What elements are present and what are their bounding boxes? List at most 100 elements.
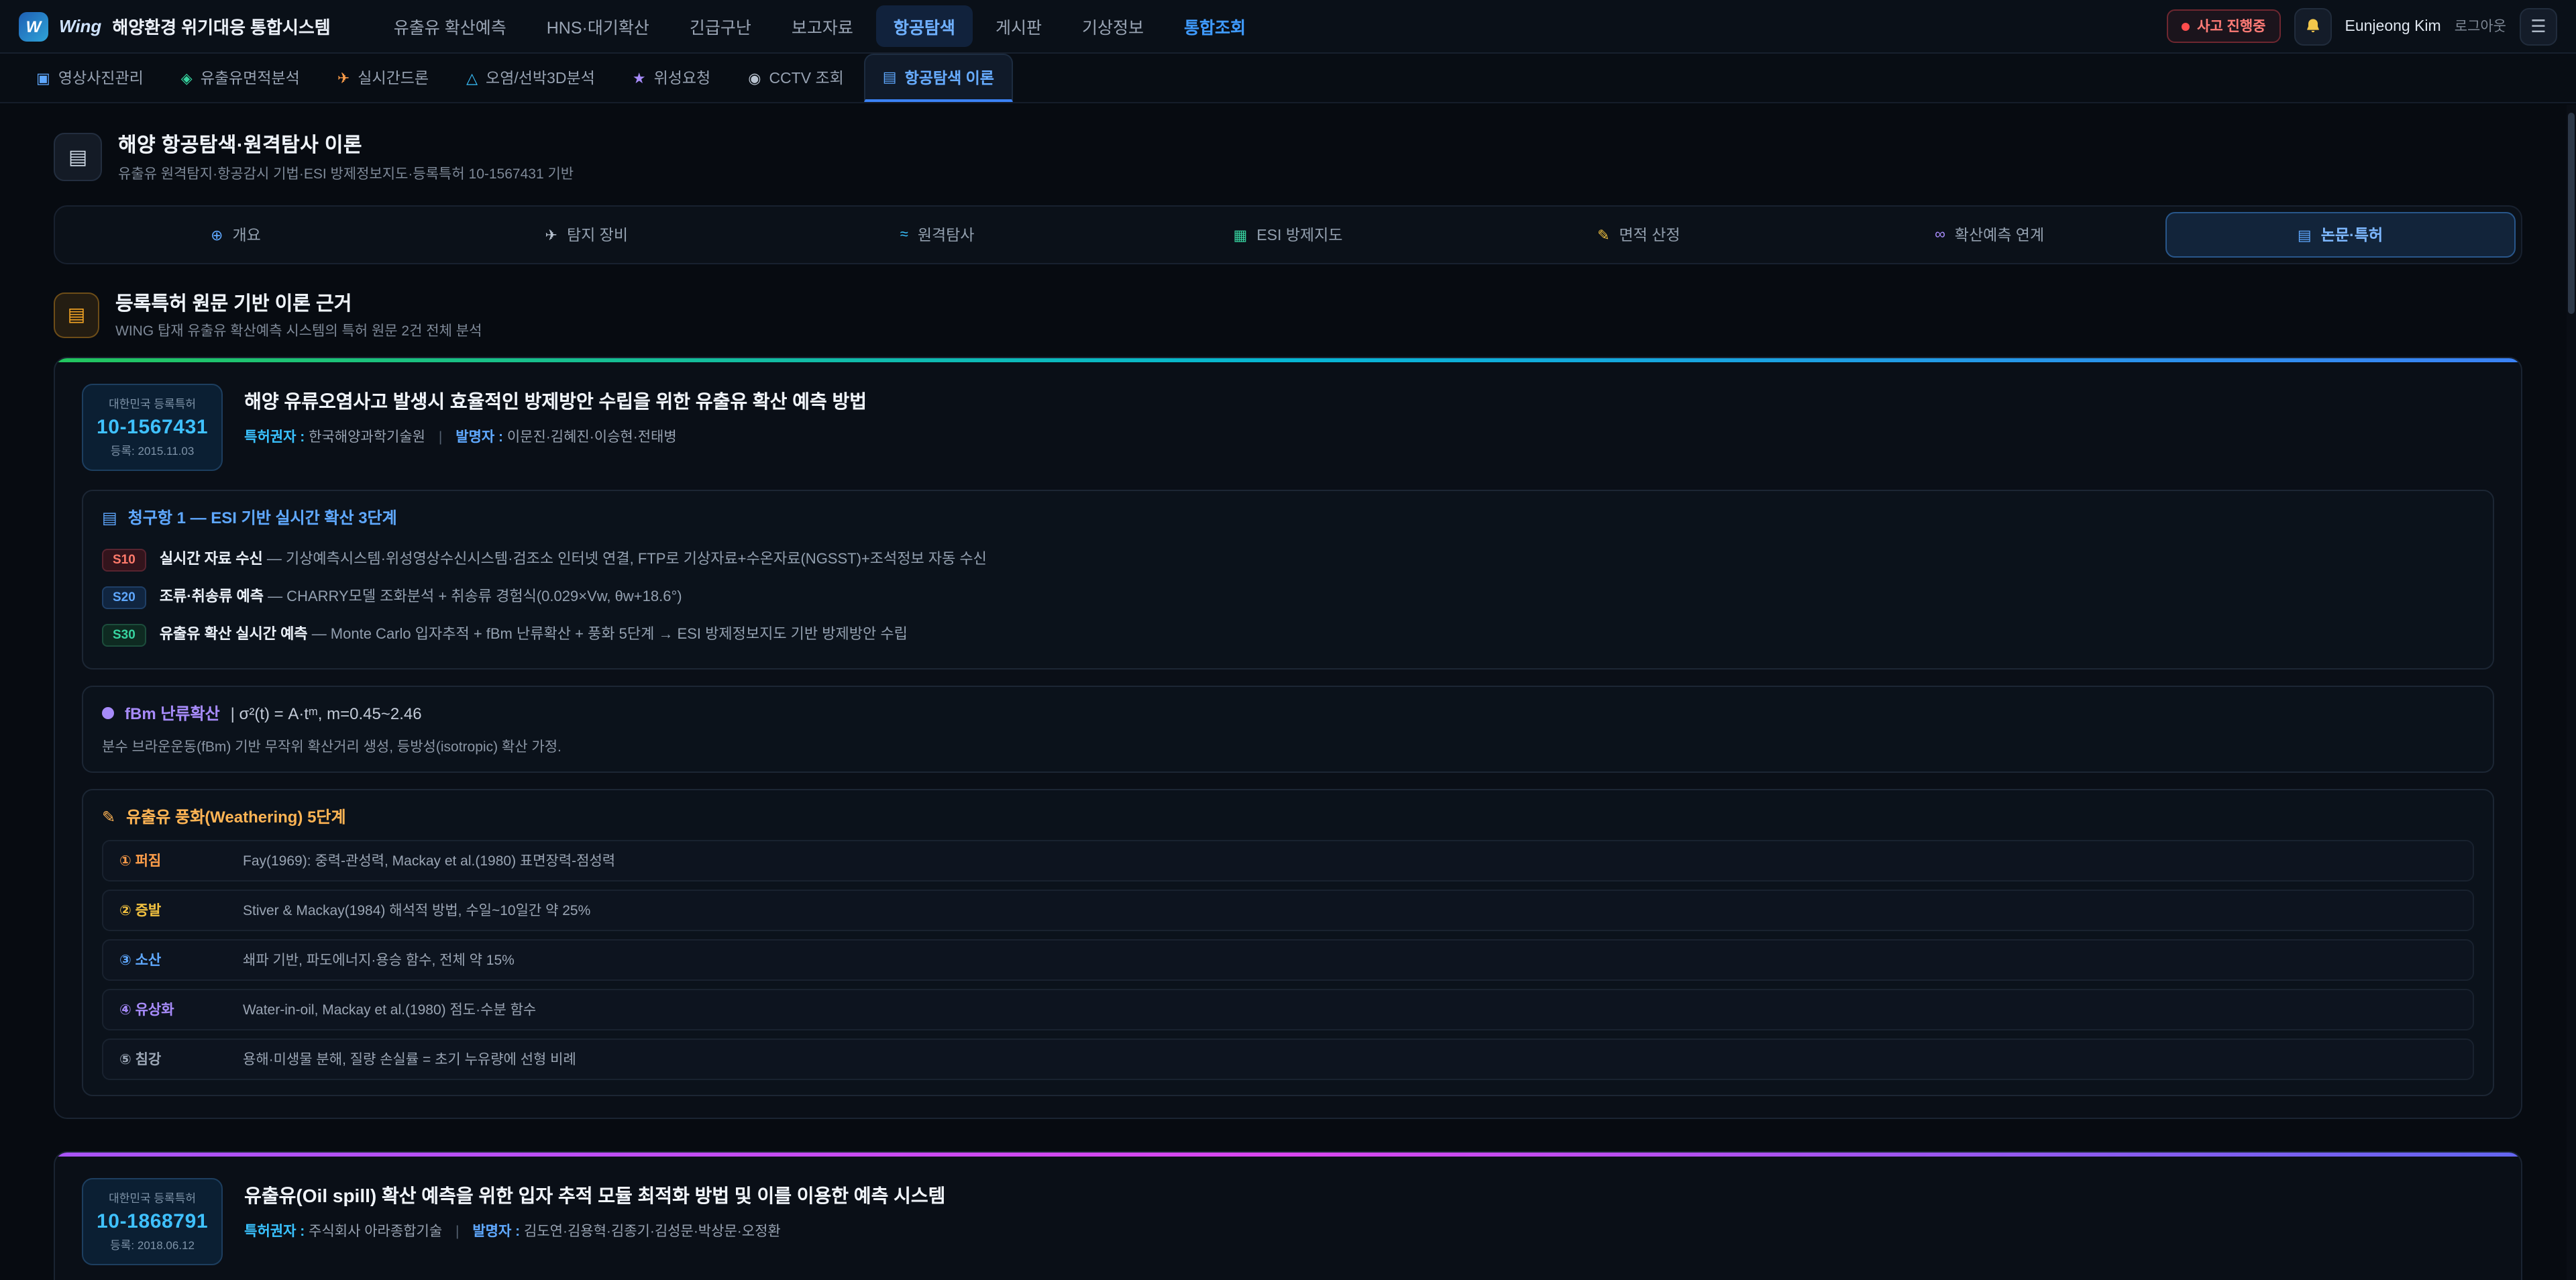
weathering-title: 유출유 풍화(Weathering) 5단계 bbox=[126, 805, 346, 828]
photo-icon: ▣ bbox=[36, 69, 50, 87]
weathering-label: ④ 유상화 bbox=[119, 1000, 243, 1020]
tab-esi-map[interactable]: ▦ ESI 방제지도 bbox=[1113, 212, 1464, 258]
scrollbar-track[interactable] bbox=[2567, 105, 2576, 1280]
menu-button[interactable]: ☰ bbox=[2520, 7, 2557, 45]
claim-step-s20: S20 조류·취송류 예측 — CHARRY모델 조화분석 + 취송류 경험식(… bbox=[102, 578, 2474, 616]
app-window: W Wing 해양환경 위기대응 통합시스템 유출유 확산예측 HNS·대기확산… bbox=[0, 0, 2576, 1280]
drone-icon: ✈ bbox=[337, 69, 350, 87]
wave-icon: ≈ bbox=[900, 227, 908, 243]
subnav-item-cctv-view[interactable]: ◉ CCTV 조회 bbox=[731, 54, 861, 102]
step-badge-s30: S30 bbox=[102, 624, 146, 647]
ship-3d-icon: △ bbox=[466, 69, 478, 87]
pencil-icon: ✎ bbox=[102, 807, 115, 826]
tab-remote-sensing[interactable]: ≈ 원격탐사 bbox=[762, 212, 1113, 258]
step-name: 조류·취송류 예측 bbox=[160, 589, 264, 605]
patent-reg-date: 등록: 2018.06.12 bbox=[97, 1237, 208, 1253]
satellite-icon: ★ bbox=[633, 69, 646, 87]
incident-status-label: 사고 진행중 bbox=[2197, 16, 2265, 36]
tab-prediction-link[interactable]: ∞ 확산예측 연계 bbox=[1814, 212, 2165, 258]
logout-button[interactable]: 로그아웃 bbox=[2455, 16, 2506, 36]
weathering-box: ✎ 유출유 풍화(Weathering) 5단계 ① 퍼짐 Fay(1969):… bbox=[82, 789, 2494, 1096]
claim-book-icon: ▤ bbox=[102, 508, 117, 527]
main-content: ▤ 해양 항공탐색·원격탐사 이론 유출유 원격탐지·항공감시 기법·ESI 방… bbox=[0, 103, 2576, 1280]
logo-mark-icon: W bbox=[19, 11, 48, 41]
nav-item-oil-spill-prediction[interactable]: 유출유 확산예측 bbox=[376, 5, 524, 47]
step-desc: — 기상예측시스템·위성영상수신시스템·검조소 인터넷 연결, FTP로 기상자… bbox=[267, 551, 987, 568]
nav-item-board[interactable]: 게시판 bbox=[978, 5, 1059, 47]
tab-area-calculation[interactable]: ✎ 면적 산정 bbox=[1463, 212, 1814, 258]
patent-card-1567431: 대한민국 등록특허 10-1567431 등록: 2015.11.03 해양 유… bbox=[54, 357, 2522, 1119]
page-title: 해양 항공탐색·원격탐사 이론 bbox=[118, 130, 574, 158]
nav-item-emergency-rescue[interactable]: 긴급구난 bbox=[672, 5, 769, 47]
tab-papers-patents[interactable]: ▤ 논문·특허 bbox=[2165, 212, 2516, 258]
page-header: ▤ 해양 항공탐색·원격탐사 이론 유출유 원격탐지·항공감시 기법·ESI 방… bbox=[54, 130, 2522, 184]
subnav-item-realtime-drone[interactable]: ✈ 실시간드론 bbox=[320, 54, 446, 102]
weathering-label: ① 퍼짐 bbox=[119, 851, 243, 871]
link-icon: ∞ bbox=[1935, 227, 1945, 243]
notification-button[interactable] bbox=[2294, 7, 2332, 45]
hamburger-icon: ☰ bbox=[2530, 15, 2546, 37]
nav-item-aerial-search[interactable]: 항공탐색 bbox=[876, 5, 973, 47]
fbm-description: 분수 브라운운동(fBm) 기반 무작위 확산거리 생성, 등방성(isotro… bbox=[102, 737, 2474, 757]
user-name: Eunjeong Kim bbox=[2345, 18, 2441, 34]
fbm-box: fBm 난류확산 | σ²(t) = A·tᵐ, m=0.45~2.46 분수 … bbox=[82, 686, 2494, 773]
subnav-label: 영상사진관리 bbox=[58, 67, 144, 89]
claim-1-title: 청구항 1 — ESI 기반 실시간 확산 3단계 bbox=[128, 506, 397, 529]
inventors-label: 발명자 : bbox=[472, 1224, 520, 1240]
tab-label: 논문·특허 bbox=[2321, 224, 2383, 246]
subnav-item-aerial-search-theory[interactable]: ▤ 항공탐색 이론 bbox=[864, 54, 1013, 102]
subnav-label: 실시간드론 bbox=[358, 67, 429, 89]
subnav-item-satellite-request[interactable]: ★ 위성요청 bbox=[615, 54, 728, 102]
weathering-row-emulsification: ④ 유상화 Water-in-oil, Mackay et al.(1980) … bbox=[102, 989, 2474, 1030]
patent-number: 10-1868791 bbox=[97, 1210, 208, 1233]
nav-item-weather-info[interactable]: 기상정보 bbox=[1065, 5, 1161, 47]
plane-icon: ✈ bbox=[545, 226, 557, 244]
sub-navigation-bar: ▣ 영상사진관리 ◈ 유출유면적분석 ✈ 실시간드론 △ 오염/선박3D분석 ★… bbox=[0, 54, 2576, 103]
inventors-value: 이문진·김혜진·이승현·전태병 bbox=[507, 429, 677, 445]
inventors-value: 김도연·김용혁·김종기·김성문·박상문·오정환 bbox=[524, 1224, 781, 1240]
weathering-desc: Water-in-oil, Mackay et al.(1980) 점도·수분 … bbox=[243, 1000, 536, 1020]
tab-label: 면적 산정 bbox=[1619, 224, 1680, 246]
app-logo[interactable]: W Wing 해양환경 위기대응 통합시스템 bbox=[19, 11, 331, 41]
purple-dot-icon bbox=[102, 707, 114, 719]
patent-country-label: 대한민국 등록특허 bbox=[97, 396, 208, 412]
bell-icon bbox=[2304, 17, 2322, 36]
patent-number: 10-1567431 bbox=[97, 416, 208, 439]
nav-item-reports[interactable]: 보고자료 bbox=[774, 5, 871, 47]
theory-tabbar: ⊕ 개요 ✈ 탐지 장비 ≈ 원격탐사 ▦ ESI 방제지도 ✎ 면적 산정 ∞… bbox=[54, 205, 2522, 264]
weathering-desc: Fay(1969): 중력-관성력, Mackay et al.(1980) 표… bbox=[243, 851, 615, 871]
scrollbar-thumb[interactable] bbox=[2568, 113, 2575, 314]
top-navigation-bar: W Wing 해양환경 위기대응 통합시스템 유출유 확산예측 HNS·대기확산… bbox=[0, 0, 2576, 54]
subnav-item-image-photo-mgmt[interactable]: ▣ 영상사진관리 bbox=[19, 54, 161, 102]
subnav-item-pollution-ship-3d[interactable]: △ 오염/선박3D분석 bbox=[449, 54, 612, 102]
page-document-icon: ▤ bbox=[54, 133, 102, 181]
topbar-right-cluster: 사고 진행중 Eunjeong Kim 로그아웃 ☰ bbox=[2166, 7, 2557, 45]
weathering-row-evaporation: ② 증발 Stiver & Mackay(1984) 해석적 방법, 수일~10… bbox=[102, 890, 2474, 931]
tab-overview[interactable]: ⊕ 개요 bbox=[60, 212, 411, 258]
app-title: 해양환경 위기대응 통합시스템 bbox=[112, 13, 330, 39]
main-nav: 유출유 확산예측 HNS·대기확산 긴급구난 보고자료 항공탐색 게시판 기상정… bbox=[376, 5, 1263, 47]
patent-1-number-badge: 대한민국 등록특허 10-1567431 등록: 2015.11.03 bbox=[82, 384, 223, 471]
weathering-label: ③ 소산 bbox=[119, 950, 243, 970]
claim-step-s30: S30 유출유 확산 실시간 예측 — Monte Carlo 입자추적 + f… bbox=[102, 616, 2474, 653]
fbm-title: fBm 난류확산 bbox=[125, 702, 220, 725]
section-title: 등록특허 원문 기반 이론 근거 bbox=[115, 288, 482, 317]
tab-detection-equipment[interactable]: ✈ 탐지 장비 bbox=[411, 212, 762, 258]
weathering-row-dispersion: ③ 소산 쇄파 기반, 파도에너지·용승 함수, 전체 약 15% bbox=[102, 939, 2474, 981]
patent-2-header: 대한민국 등록특허 10-1868791 등록: 2018.06.12 유출유(… bbox=[82, 1178, 2494, 1265]
tab-label: 개요 bbox=[232, 224, 260, 246]
subnav-label: 유출유면적분석 bbox=[201, 67, 300, 89]
claim-1-box: ▤ 청구항 1 — ESI 기반 실시간 확산 3단계 S10 실시간 자료 수… bbox=[82, 490, 2494, 670]
subnav-item-oil-area-analysis[interactable]: ◈ 유출유면적분석 bbox=[164, 54, 317, 102]
nav-item-integrated-search[interactable]: 통합조회 bbox=[1167, 5, 1263, 47]
subnav-label: 위성요청 bbox=[654, 67, 711, 89]
globe-icon: ⊕ bbox=[211, 226, 223, 244]
subnav-label: 항공탐색 이론 bbox=[905, 66, 994, 88]
tab-label: 확산예측 연계 bbox=[1955, 224, 2044, 246]
holder-value: 주식회사 아라종합기술 bbox=[309, 1224, 442, 1240]
pencil-icon: ✎ bbox=[1597, 226, 1609, 244]
step-badge-s10: S10 bbox=[102, 549, 146, 572]
incident-status-badge[interactable]: 사고 진행중 bbox=[2166, 9, 2280, 43]
holder-value: 한국해양과학기술원 bbox=[309, 429, 425, 445]
nav-item-hns-atmospheric[interactable]: HNS·대기확산 bbox=[529, 5, 667, 47]
